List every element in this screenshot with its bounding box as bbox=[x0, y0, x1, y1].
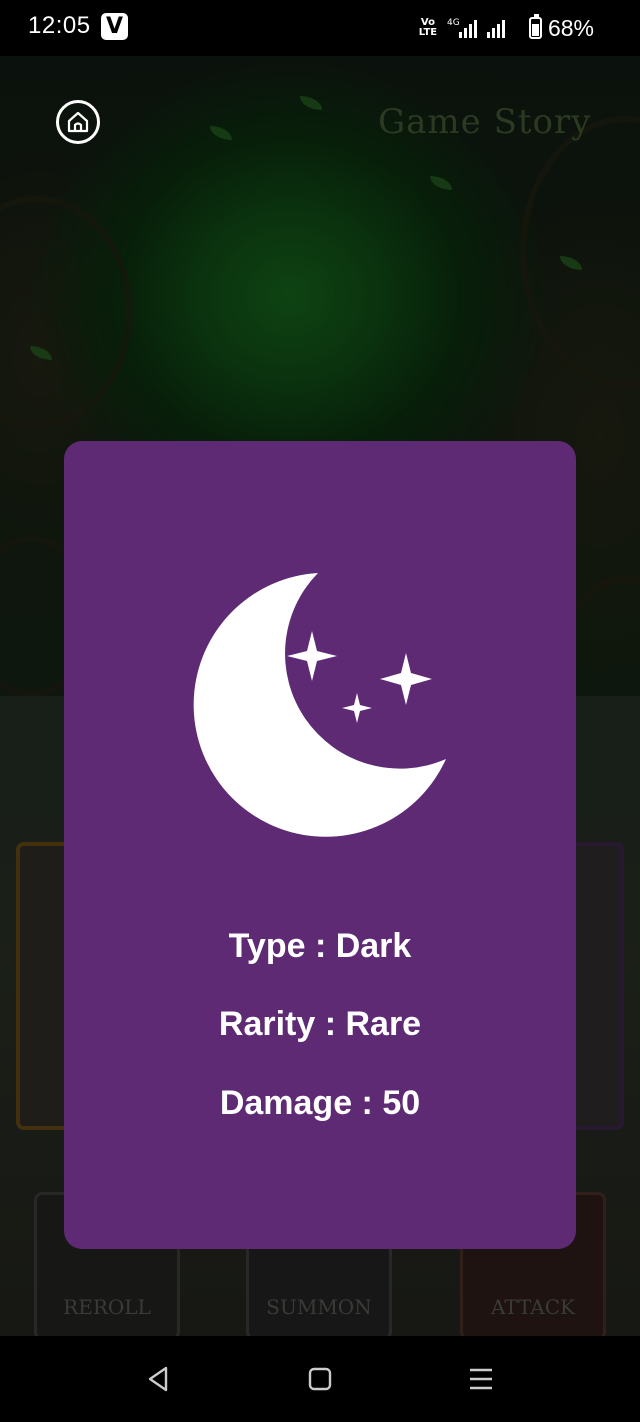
home-square-icon[interactable] bbox=[305, 1364, 335, 1394]
card-rarity: Rarity : Rare bbox=[218, 1005, 422, 1043]
status-time: 12:05 bbox=[28, 12, 91, 39]
status-bar: 12:05 V Vo LTE 4G 68% bbox=[0, 0, 640, 56]
status-indicators: Vo LTE 4G 68% bbox=[415, 12, 594, 44]
signal-icon: 4G bbox=[447, 18, 505, 38]
battery-percentage: 68% bbox=[547, 14, 594, 41]
back-icon[interactable] bbox=[144, 1364, 174, 1394]
volte-indicator: Vo LTE bbox=[418, 17, 438, 38]
battery-icon bbox=[528, 14, 542, 39]
game-title: Game Story bbox=[378, 102, 592, 142]
app-screen: 12:05 V Vo LTE 4G 68% REROLL SUMMON ATTA… bbox=[0, 0, 640, 1422]
menu-icon[interactable] bbox=[466, 1364, 496, 1394]
card-detail-popup[interactable]: Type : Dark Rarity : Rare Damage : 50 bbox=[64, 441, 576, 1249]
svg-text:4G: 4G bbox=[447, 18, 460, 28]
card-damage: Damage : 50 bbox=[219, 1084, 421, 1122]
card-type: Type : Dark bbox=[228, 927, 412, 965]
moon-stars-icon bbox=[193, 573, 446, 837]
home-button[interactable] bbox=[56, 100, 100, 144]
home-icon bbox=[67, 111, 89, 133]
system-navigation-bar bbox=[0, 1336, 640, 1422]
app-notification-icon: V bbox=[101, 13, 128, 40]
